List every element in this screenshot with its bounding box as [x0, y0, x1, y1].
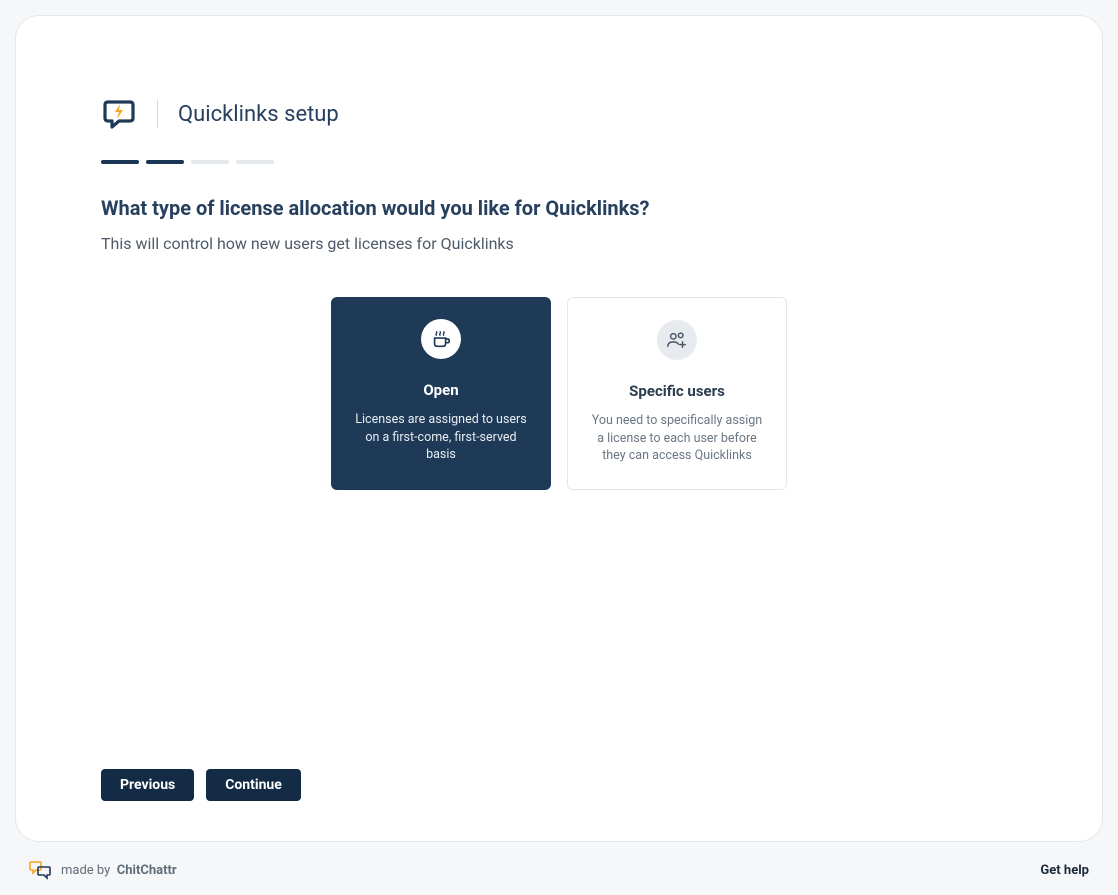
question-subtitle: This will control how new users get lice… — [101, 234, 1017, 253]
option-open[interactable]: Open Licenses are assigned to users on a… — [331, 297, 551, 490]
question-title: What type of license allocation would yo… — [101, 196, 1017, 220]
chitchattr-logo-icon — [29, 860, 51, 880]
progress-bar — [101, 160, 1017, 164]
options-container: Open Licenses are assigned to users on a… — [101, 297, 1017, 490]
footer-made-by: made by ChitChattr — [61, 863, 177, 878]
footer-made-by-text: made by — [61, 863, 110, 878]
option-title: Specific users — [629, 382, 725, 400]
users-add-icon — [657, 320, 697, 360]
coffee-icon — [421, 319, 461, 359]
footer-brand[interactable]: ChitChattr — [117, 863, 177, 878]
header: Quicklinks setup — [101, 96, 1017, 132]
option-description: You need to specifically assign a licens… — [588, 412, 766, 465]
header-divider — [157, 100, 158, 128]
button-row: Previous Continue — [101, 769, 1017, 801]
footer: made by ChitChattr Get help — [15, 842, 1103, 880]
option-specific-users[interactable]: Specific users You need to specifically … — [567, 297, 787, 490]
setup-card: Quicklinks setup What type of license al… — [15, 15, 1103, 842]
footer-left: made by ChitChattr — [29, 860, 177, 880]
app-logo-icon — [101, 96, 137, 132]
get-help-link[interactable]: Get help — [1040, 863, 1089, 878]
continue-button[interactable]: Continue — [206, 769, 301, 801]
option-title: Open — [423, 381, 458, 399]
progress-step — [191, 160, 229, 164]
progress-step — [146, 160, 184, 164]
previous-button[interactable]: Previous — [101, 769, 194, 801]
option-description: Licenses are assigned to users on a firs… — [351, 411, 531, 464]
progress-step — [101, 160, 139, 164]
page-title: Quicklinks setup — [178, 102, 339, 127]
progress-step — [236, 160, 274, 164]
